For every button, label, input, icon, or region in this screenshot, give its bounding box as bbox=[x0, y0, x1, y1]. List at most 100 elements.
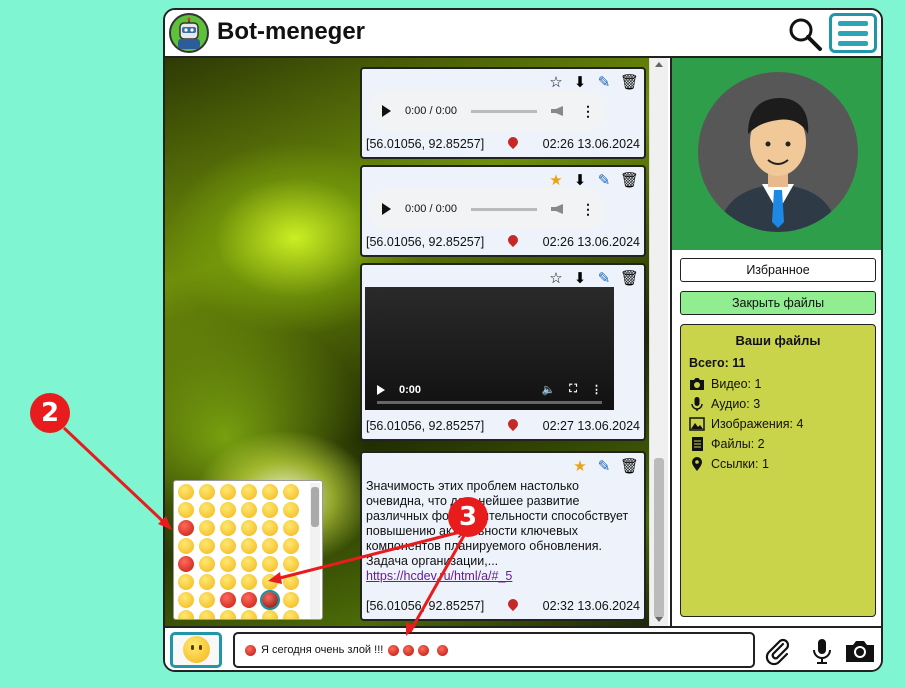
emoji-grinning-icon[interactable] bbox=[178, 484, 194, 500]
emoji-laughing-icon[interactable] bbox=[262, 484, 278, 500]
location-pin-icon[interactable] bbox=[508, 419, 518, 433]
edit-icon[interactable]: ✎ bbox=[596, 75, 612, 91]
download-icon[interactable]: ⬇ bbox=[572, 173, 588, 189]
volume-icon[interactable] bbox=[551, 106, 563, 116]
edit-icon[interactable]: ✎ bbox=[596, 459, 612, 475]
emoji-smile-icon[interactable] bbox=[220, 484, 236, 500]
location-pin-icon[interactable] bbox=[508, 137, 518, 151]
download-icon[interactable]: ⬇ bbox=[572, 271, 588, 287]
emoji-money-icon[interactable] bbox=[199, 538, 215, 554]
emoji-hushed-icon[interactable] bbox=[241, 610, 257, 619]
emoji-persevere-icon[interactable] bbox=[241, 574, 257, 590]
emoji-unamused-icon[interactable] bbox=[283, 556, 299, 572]
emoji-sweat-smile-icon[interactable] bbox=[283, 484, 299, 500]
search-icon[interactable] bbox=[787, 16, 823, 52]
emoji-expressionless-icon[interactable] bbox=[220, 556, 236, 572]
delete-icon[interactable]: 🗑 bbox=[620, 173, 639, 189]
emoji-heart-eyes-icon[interactable] bbox=[178, 520, 194, 536]
file-row-video[interactable]: Видео: 1 bbox=[689, 374, 867, 394]
emoji-upside-down-icon[interactable] bbox=[241, 502, 257, 518]
emoji-yum-icon[interactable] bbox=[241, 520, 257, 536]
emoji-kissing-icon[interactable] bbox=[199, 520, 215, 536]
emoji-no-mouth-icon[interactable] bbox=[241, 556, 257, 572]
star-filled-icon[interactable]: ★ bbox=[548, 173, 564, 189]
emoji-grin-icon[interactable] bbox=[241, 484, 257, 500]
audio-progress[interactable] bbox=[471, 109, 537, 113]
location-pin-icon[interactable] bbox=[508, 599, 518, 613]
delete-icon[interactable]: 🗑 bbox=[620, 271, 639, 287]
star-icon[interactable]: ☆ bbox=[548, 271, 564, 287]
delete-icon[interactable]: 🗑 bbox=[620, 75, 639, 91]
play-icon[interactable] bbox=[382, 203, 391, 215]
emoji-pensive-icon[interactable] bbox=[262, 610, 278, 619]
favorites-button[interactable]: Избранное bbox=[680, 258, 876, 282]
emoji-weary-icon[interactable] bbox=[262, 574, 278, 590]
emoji-slight-smile-icon[interactable] bbox=[220, 502, 236, 518]
download-icon[interactable]: ⬇ bbox=[572, 75, 588, 91]
emoji-scrollbar[interactable] bbox=[310, 483, 320, 619]
video-progress[interactable] bbox=[377, 401, 602, 404]
emoji-joy-icon[interactable] bbox=[199, 502, 215, 518]
emoji-worried-icon[interactable] bbox=[220, 574, 236, 590]
emoji-wink-icon[interactable] bbox=[262, 502, 278, 518]
emoji-neutral-icon[interactable] bbox=[199, 556, 215, 572]
file-row-files[interactable]: Файлы: 2 bbox=[689, 434, 867, 454]
emoji-sunglasses-icon[interactable] bbox=[283, 538, 299, 554]
message-input[interactable]: Я сегодня очень злой !!! bbox=[233, 632, 755, 668]
emoji-sob-icon[interactable] bbox=[199, 592, 215, 608]
emoji-relieved-icon[interactable] bbox=[283, 610, 299, 619]
video-player[interactable]: 0:00 🔈 ⛶ ⋮ bbox=[365, 287, 614, 410]
more-options-icon[interactable]: ⋮ bbox=[591, 383, 602, 396]
chat-scrollbar[interactable] bbox=[649, 58, 668, 626]
emoji-scream-icon[interactable] bbox=[199, 610, 215, 619]
star-filled-icon[interactable]: ★ bbox=[572, 459, 588, 475]
audio-progress[interactable] bbox=[471, 207, 537, 211]
more-options-icon[interactable]: ⋮ bbox=[581, 202, 595, 216]
emoji-flushed-icon[interactable] bbox=[178, 610, 194, 619]
emoji-triumph-icon[interactable] bbox=[283, 574, 299, 590]
delete-icon[interactable]: 🗑 bbox=[620, 459, 639, 475]
emoji-rage-icon[interactable] bbox=[241, 592, 257, 608]
paperclip-icon[interactable] bbox=[763, 636, 793, 666]
emoji-cursing-icon[interactable] bbox=[260, 590, 280, 610]
emoji-tongue-icon[interactable] bbox=[262, 520, 278, 536]
message-link[interactable]: https://hcdev.ru/html/a/#_5 bbox=[366, 569, 512, 583]
location-pin-icon[interactable] bbox=[508, 235, 518, 249]
scroll-down-icon[interactable] bbox=[655, 617, 663, 622]
emoji-wink-tongue-icon[interactable] bbox=[283, 520, 299, 536]
emoji-frown-icon[interactable] bbox=[199, 574, 215, 590]
more-options-icon[interactable]: ⋮ bbox=[581, 104, 595, 118]
edit-icon[interactable]: ✎ bbox=[596, 271, 612, 287]
menu-button[interactable] bbox=[829, 13, 877, 53]
file-row-images[interactable]: Изображения: 4 bbox=[689, 414, 867, 434]
emoji-star-struck-icon[interactable] bbox=[178, 556, 194, 572]
emoji-thinking-icon[interactable] bbox=[241, 538, 257, 554]
edit-icon[interactable]: ✎ bbox=[596, 173, 612, 189]
volume-icon[interactable] bbox=[551, 204, 563, 214]
close-files-button[interactable]: Закрыть файлы bbox=[680, 291, 876, 315]
emoji-angry-icon[interactable] bbox=[220, 592, 236, 608]
scroll-thumb[interactable] bbox=[654, 458, 664, 618]
volume-icon[interactable]: 🔈 bbox=[542, 383, 556, 396]
emoji-zany-icon[interactable] bbox=[178, 538, 194, 554]
emoji-smirk-icon[interactable] bbox=[262, 556, 278, 572]
emoji-toggle-button[interactable] bbox=[170, 632, 222, 668]
file-row-links[interactable]: Ссылки: 1 bbox=[689, 454, 867, 474]
emoji-rofl-icon[interactable] bbox=[178, 502, 194, 518]
fullscreen-icon[interactable]: ⛶ bbox=[569, 383, 577, 396]
audio-player[interactable]: 0:00 / 0:00 ⋮ bbox=[368, 188, 606, 230]
microphone-icon[interactable] bbox=[807, 636, 837, 666]
emoji-relaxed-icon[interactable] bbox=[220, 520, 236, 536]
scroll-up-icon[interactable] bbox=[655, 62, 663, 67]
emoji-nerd-icon[interactable] bbox=[262, 538, 278, 554]
star-icon[interactable]: ☆ bbox=[548, 75, 564, 91]
emoji-scroll-thumb[interactable] bbox=[311, 487, 319, 527]
emoji-cry-icon[interactable] bbox=[178, 592, 194, 608]
emoji-blush-icon[interactable] bbox=[283, 502, 299, 518]
emoji-smiley-icon[interactable] bbox=[199, 484, 215, 500]
file-row-audio[interactable]: Аудио: 3 bbox=[689, 394, 867, 414]
play-icon[interactable] bbox=[382, 105, 391, 117]
camera-icon[interactable] bbox=[843, 636, 874, 666]
audio-player[interactable]: 0:00 / 0:00 ⋮ bbox=[368, 90, 606, 132]
emoji-exploding-icon[interactable] bbox=[283, 592, 299, 608]
